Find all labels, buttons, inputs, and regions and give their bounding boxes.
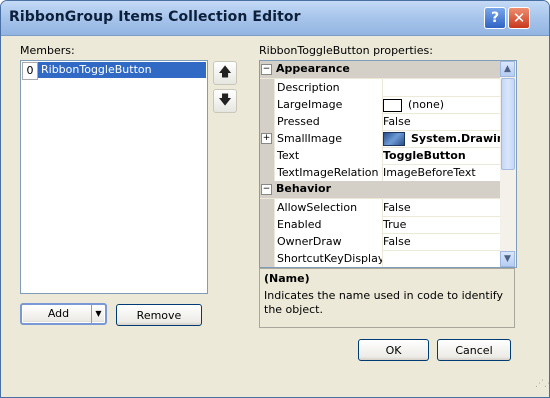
property-description-panel: (Name) Indicates the name used in code t… [259, 268, 515, 328]
property-name: OwnerDraw [274, 233, 383, 250]
row-gutter [260, 250, 274, 267]
property-value: System.Drawing [411, 132, 502, 145]
property-name: Description [274, 79, 383, 96]
property-row[interactable]: + SmallImage System.Drawing [260, 130, 502, 148]
property-row[interactable]: OwnerDraw False [260, 233, 500, 251]
collection-editor-dialog: RibbonGroup Items Collection Editor ? ✕ … [0, 0, 550, 398]
property-row[interactable]: AllowSelection False [260, 199, 500, 217]
property-row[interactable]: Enabled True [260, 216, 500, 234]
close-icon[interactable]: ✕ [508, 7, 530, 29]
move-up-button[interactable]: 🡅 [213, 61, 237, 85]
property-value[interactable]: ImageBeforeText [381, 164, 502, 181]
property-name: AllowSelection [274, 199, 383, 216]
image-preview-icon [383, 98, 402, 112]
row-gutter [260, 79, 274, 96]
property-row[interactable]: Text ToggleButton [260, 147, 500, 165]
title-bar[interactable]: RibbonGroup Items Collection Editor ? ✕ [1, 1, 549, 36]
property-value[interactable]: True [381, 216, 502, 233]
category-behavior[interactable]: − Behavior [260, 181, 500, 199]
property-value: (none) [408, 98, 445, 111]
category-name: Behavior [276, 182, 332, 195]
property-value-cell[interactable]: System.Drawing [381, 130, 502, 147]
arrow-up-icon: 🡅 [218, 65, 232, 80]
property-name: ShortcutKeyDisplaySt [274, 250, 383, 267]
add-button[interactable]: Add ▼ [20, 303, 107, 325]
row-gutter [260, 233, 274, 250]
category-appearance[interactable]: − Appearance [260, 61, 500, 79]
property-name: SmallImage [274, 130, 383, 147]
property-row[interactable]: Pressed False [260, 113, 500, 131]
scrollbar-thumb[interactable] [501, 78, 515, 170]
resize-grip-icon[interactable]: ⋰⋰ [535, 380, 549, 393]
property-row[interactable]: ShortcutKeyDisplaySt [260, 250, 502, 267]
scroll-up-icon[interactable]: ▲ [500, 61, 515, 77]
description-title: (Name) [264, 272, 310, 285]
description-text: Indicates the name used in code to ident… [264, 289, 503, 316]
property-value[interactable]: ToggleButton [381, 147, 502, 164]
property-name: TextImageRelation [274, 164, 383, 181]
property-value[interactable]: False [381, 113, 502, 130]
members-label: Members: [20, 44, 75, 57]
property-value[interactable]: False [381, 199, 502, 216]
row-gutter [260, 113, 274, 130]
expand-icon[interactable]: + [261, 133, 272, 144]
remove-button[interactable]: Remove [116, 304, 202, 326]
row-gutter [260, 216, 274, 233]
row-gutter [260, 147, 274, 164]
move-down-button[interactable]: 🡇 [213, 89, 237, 113]
property-value-cell[interactable]: (none) [381, 96, 502, 113]
cancel-button[interactable]: Cancel [437, 339, 511, 361]
property-grid-scrollbar[interactable]: ▲ ▼ [500, 61, 516, 267]
property-row[interactable]: TextImageRelation ImageBeforeText [260, 164, 500, 182]
list-item-name[interactable]: RibbonToggleButton [38, 62, 206, 78]
image-thumbnail-icon [383, 132, 405, 146]
property-value[interactable] [381, 79, 502, 96]
property-value[interactable] [381, 250, 502, 267]
ok-button[interactable]: OK [358, 339, 429, 361]
window-title: RibbonGroup Items Collection Editor [9, 9, 301, 25]
row-gutter [260, 164, 274, 181]
scroll-down-icon[interactable]: ▼ [500, 251, 515, 267]
row-gutter: + [260, 130, 274, 147]
properties-label: RibbonToggleButton properties: [259, 44, 433, 57]
property-grid[interactable]: − Appearance Description LargeImage (non… [259, 60, 517, 268]
row-gutter [260, 96, 274, 113]
category-name: Appearance [276, 62, 350, 75]
property-name: LargeImage [274, 96, 383, 113]
property-name: Text [274, 147, 383, 164]
collapse-icon[interactable]: − [261, 184, 272, 195]
property-row[interactable]: LargeImage (none) [260, 96, 500, 114]
arrow-down-icon: 🡇 [218, 93, 232, 108]
members-list[interactable]: 0 RibbonToggleButton [20, 60, 208, 294]
row-gutter [260, 199, 274, 216]
property-row[interactable]: Description [260, 79, 500, 97]
add-button-label: Add [47, 307, 70, 320]
list-item-index: 0 [22, 62, 38, 80]
help-icon[interactable]: ? [484, 7, 506, 29]
property-name: Enabled [274, 216, 383, 233]
property-name: Pressed [274, 113, 383, 130]
add-dropdown-icon[interactable]: ▼ [91, 305, 105, 323]
property-value[interactable]: False [381, 233, 502, 250]
list-item[interactable]: 0 RibbonToggleButton [22, 62, 206, 80]
collapse-icon[interactable]: − [261, 64, 272, 75]
